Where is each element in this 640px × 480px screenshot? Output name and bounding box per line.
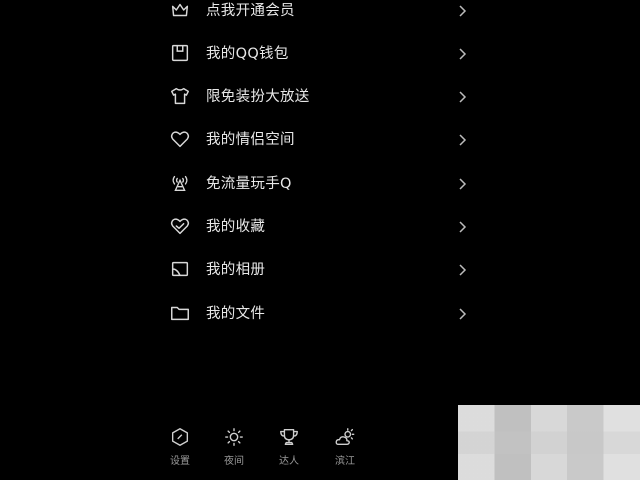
master-button[interactable]: 达人 — [269, 426, 309, 474]
chevron-right-icon — [456, 219, 468, 233]
wallet-icon — [168, 41, 192, 65]
chevron-right-icon — [456, 262, 468, 276]
weather-cloud-sun-icon — [335, 428, 355, 446]
menu-item-label: 限免装扮大放送 — [206, 89, 310, 105]
chevron-right-icon — [456, 132, 468, 146]
tshirt-icon — [168, 84, 192, 108]
crown-icon — [168, 0, 192, 22]
chevron-right-icon — [456, 3, 468, 17]
heart-check-icon — [168, 214, 192, 238]
menu-item-label: 免流量玩手Q — [206, 176, 292, 192]
signal-tower-icon — [168, 171, 192, 195]
chevron-right-icon — [456, 176, 468, 190]
trophy-icon — [280, 428, 298, 446]
folder-icon — [168, 301, 192, 325]
chevron-right-icon — [456, 89, 468, 103]
menu-item-files[interactable]: 我的文件 — [143, 291, 490, 334]
night-mode-button[interactable]: 夜间 — [214, 426, 254, 474]
weather-button[interactable]: 滨江 — [325, 426, 365, 474]
settings-icon — [171, 428, 189, 446]
album-icon — [168, 257, 192, 281]
settings-label: 设置 — [170, 456, 190, 467]
chevron-right-icon — [456, 46, 468, 60]
menu-item-album[interactable]: 我的相册 — [143, 247, 490, 290]
master-label: 达人 — [279, 456, 299, 467]
menu-item-label: 我的QQ钱包 — [206, 46, 289, 62]
menu-item-dressup[interactable]: 限免装扮大放送 — [143, 74, 490, 117]
menu-item-label: 我的收藏 — [206, 219, 266, 235]
sun-icon — [225, 428, 243, 446]
menu-item-label: 我的相册 — [206, 262, 266, 278]
screen: 点我开通会员 我的QQ钱包 限免装扮大放送 我的情侣空间 免流量玩手Q 我的收藏… — [0, 0, 640, 480]
heart-icon — [168, 127, 192, 151]
menu-item-favorites[interactable]: 我的收藏 — [143, 204, 490, 247]
weather-location-label: 滨江 — [335, 456, 355, 467]
chevron-right-icon — [456, 306, 468, 320]
menu-item-label: 我的文件 — [206, 306, 266, 322]
menu-item-label: 我的情侣空间 — [206, 132, 295, 148]
settings-button[interactable]: 设置 — [160, 426, 200, 474]
menu-item-label: 点我开通会员 — [206, 3, 295, 19]
menu-item-free-data[interactable]: 免流量玩手Q — [143, 161, 490, 204]
drawer-menu: 点我开通会员 我的QQ钱包 限免装扮大放送 我的情侣空间 免流量玩手Q 我的收藏… — [143, 0, 490, 480]
bottom-toolbar: 设置 夜间 达人 滨江 — [143, 420, 490, 480]
blurred-watermark — [458, 405, 640, 480]
menu-item-couple-space[interactable]: 我的情侣空间 — [143, 117, 490, 160]
night-mode-label: 夜间 — [224, 456, 244, 467]
menu-item-wallet[interactable]: 我的QQ钱包 — [143, 31, 490, 74]
menu-item-vip[interactable]: 点我开通会员 — [143, 0, 490, 31]
